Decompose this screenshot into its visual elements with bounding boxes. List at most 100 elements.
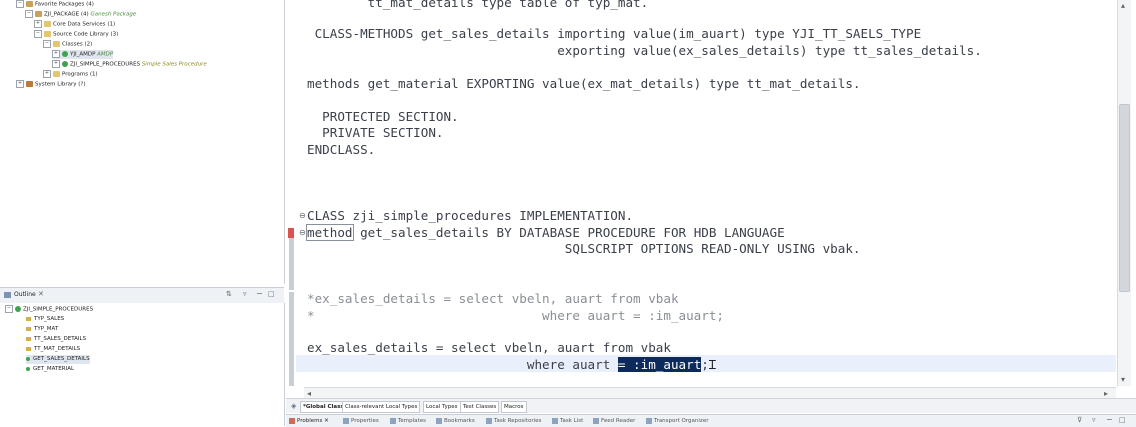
tree-item-favorite-packages[interactable]: − Favorite Packages (4)	[16, 0, 94, 9]
tab-templates[interactable]: Templates	[390, 416, 426, 426]
expand-toggle-icon[interactable]: +	[52, 50, 60, 58]
collapse-toggle-icon[interactable]: −	[5, 305, 13, 313]
expand-toggle-icon[interactable]: +	[52, 60, 60, 68]
collapse-toggle-icon[interactable]: −	[25, 10, 33, 18]
filter-icon[interactable]: ⊽	[1077, 416, 1082, 424]
tab-global-class[interactable]: *Global Class	[300, 401, 347, 413]
problems-icon	[289, 417, 295, 424]
tab-label: Task List	[560, 418, 584, 424]
tree-count: (?)	[78, 81, 86, 88]
tree-label: Classes	[62, 41, 83, 48]
text-cursor-icon: Ɪ	[708, 357, 716, 372]
tab-bookmarks[interactable]: Bookmarks	[436, 416, 475, 426]
tree-label: Source Code Library	[53, 31, 109, 38]
outline-item-label: TYP_SALES	[34, 316, 65, 322]
outline-root[interactable]: − ZJI_SIMPLE_PROCEDURES	[5, 305, 93, 314]
class-icon	[15, 306, 21, 312]
tab-class-relevant-local-types[interactable]: Class-relevant Local Types	[342, 401, 421, 413]
collapse-toggle-icon[interactable]: −	[34, 30, 42, 38]
code-line: CLASS zji_simple_procedures IMPLEMENTATI…	[307, 208, 634, 223]
fold-toggle-icon[interactable]: ⊖	[299, 228, 306, 237]
outline-item[interactable]: TT_MAT_DETAILS	[26, 345, 80, 354]
outline-item[interactable]: TYP_MAT	[26, 325, 58, 334]
feed-icon	[593, 417, 599, 424]
class-tab-icon: ◈	[291, 402, 297, 410]
tab-label: Bookmarks	[444, 418, 475, 424]
view-menu-icon[interactable]: ▿	[243, 290, 247, 298]
fold-toggle-icon[interactable]: ⊖	[299, 211, 306, 220]
collapse-toggle-icon[interactable]: −	[16, 0, 24, 8]
tab-local-types[interactable]: Local Types	[423, 401, 461, 413]
collapse-toggle-icon[interactable]: −	[43, 40, 51, 48]
tree-count: (4)	[86, 1, 94, 8]
tab-transport-organizer[interactable]: Transport Organizer	[646, 416, 708, 426]
tab-test-classes[interactable]: Test Classes	[460, 401, 500, 413]
tree-item-yji-amdp[interactable]: + YJI_AMDP AMDP	[52, 50, 114, 59]
vertical-scroll-thumb[interactable]	[1119, 104, 1130, 292]
text-selection: = :im_auart	[617, 357, 702, 372]
tab-properties[interactable]: Properties	[343, 416, 379, 426]
tab-problems[interactable]: Problems ✕	[289, 416, 329, 426]
tree-annotation: Ganesh Package	[90, 11, 137, 18]
code-line: PROTECTED SECTION.	[307, 109, 459, 124]
maximize-icon[interactable]: □	[1119, 416, 1126, 424]
package-icon	[35, 11, 42, 17]
tree-label: Programs	[62, 71, 89, 78]
maximize-icon[interactable]: □	[268, 290, 275, 298]
bottom-panel-tabs: Problems ✕ Properties Templates Bookmark…	[286, 414, 1136, 427]
outline-item-label: TT_SALES_DETAILS	[34, 336, 87, 342]
outline-item-label: GET_SALES_DETAILS	[33, 356, 90, 362]
outline-icon	[4, 292, 11, 298]
tree-count: (4)	[80, 11, 89, 18]
tree-item-system-library[interactable]: + System Library (?)	[16, 80, 85, 89]
method-icon	[26, 366, 30, 371]
type-icon	[26, 326, 31, 331]
scroll-down-icon[interactable]: ▾	[1121, 374, 1125, 385]
outline-item[interactable]: GET_SALES_DETAILS	[26, 355, 90, 364]
tree-item-zji-simple-procedures[interactable]: + ZJI_SIMPLE_PROCEDURES Simple Sales Proc…	[52, 60, 207, 69]
code-line: method get_sales_details BY DATABASE PRO…	[306, 224, 785, 241]
close-icon[interactable]: ✕	[38, 290, 44, 298]
outline-item[interactable]: GET_MATERIAL	[26, 365, 74, 374]
tree-item-core-data-services[interactable]: + Core Data Services (1)	[34, 20, 115, 29]
tree-label: Core Data Services	[53, 21, 106, 28]
transport-icon	[646, 417, 652, 424]
outline-title[interactable]: Outline	[14, 291, 36, 298]
folder-icon	[53, 41, 60, 47]
minimize-icon[interactable]: −	[256, 289, 263, 298]
properties-icon	[343, 417, 349, 424]
error-marker-icon[interactable]	[288, 228, 294, 238]
code-comment-line: * where auart = :im_auart;	[307, 308, 725, 323]
expand-toggle-icon[interactable]: +	[34, 20, 42, 28]
tab-macros[interactable]: Macros	[501, 401, 527, 413]
editor-tabs-bar: ◈ *Global Class Class-relevant Local Typ…	[286, 398, 1136, 413]
outline-item[interactable]: TT_SALES_DETAILS	[26, 335, 86, 344]
tab-task-list[interactable]: Task List	[552, 416, 583, 426]
type-icon	[26, 346, 31, 351]
minimize-icon[interactable]: −	[1106, 415, 1113, 424]
sort-icon[interactable]: ⇅	[226, 290, 232, 298]
tab-label: Transport Organizer	[654, 418, 709, 424]
tree-item-zji-package[interactable]: − ZJI_PACKAGE (4) Ganesh Package	[25, 10, 136, 19]
bookmark-icon	[436, 417, 442, 424]
tree-label: ZJI_PACKAGE	[44, 11, 80, 18]
tree-count: (2)	[84, 41, 93, 48]
tree-label: YJI_AMDP	[70, 51, 96, 58]
scroll-up-icon[interactable]: ▴	[1121, 0, 1125, 11]
tree-item-source-code-library[interactable]: − Source Code Library (3)	[34, 30, 118, 39]
tab-feed-reader[interactable]: Feed Reader	[593, 416, 635, 426]
tree-item-classes[interactable]: − Classes (2)	[43, 40, 92, 49]
tab-task-repositories[interactable]: Task Repositories	[486, 416, 541, 426]
view-menu-icon[interactable]: ▿	[1092, 416, 1096, 424]
outline-item[interactable]: TYP_SALES	[26, 315, 64, 324]
tree-count: (1)	[107, 21, 116, 28]
package-icon	[26, 1, 33, 7]
repository-icon	[486, 417, 492, 424]
code-line: PRIVATE SECTION.	[307, 125, 444, 140]
tree-item-programs[interactable]: + Programs (1)	[43, 70, 98, 79]
tree-count: (1)	[89, 71, 98, 78]
expand-toggle-icon[interactable]: +	[43, 70, 51, 78]
expand-toggle-icon[interactable]: +	[16, 80, 24, 88]
outline-view-header: Outline ✕ ⇅ ▿ − □	[0, 287, 284, 304]
outline-item-label: TYP_MAT	[34, 326, 59, 332]
